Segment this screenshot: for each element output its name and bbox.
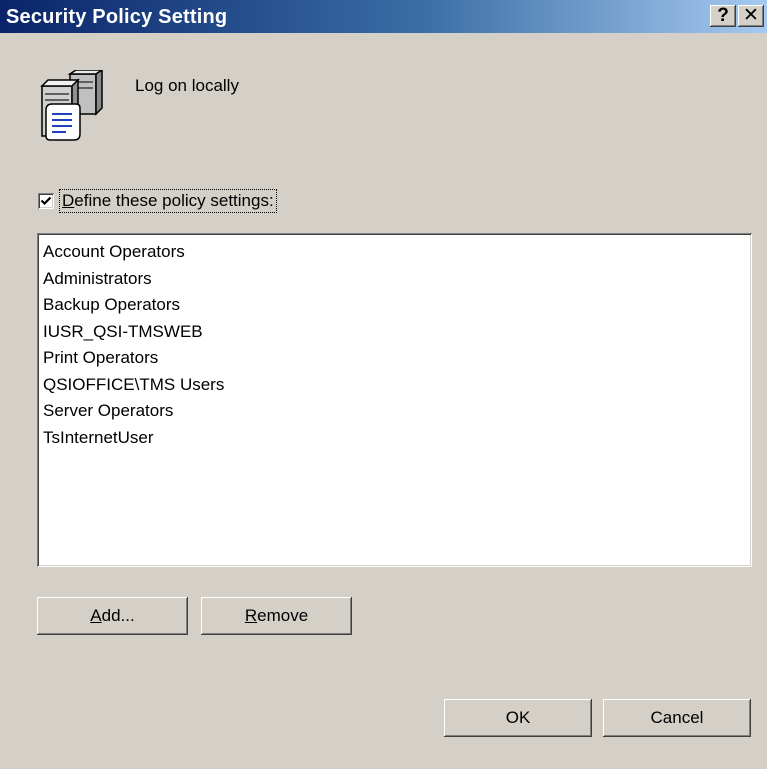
list-item[interactable]: Print Operators (43, 345, 752, 372)
add-button[interactable]: Add... (37, 597, 188, 635)
checkmark-icon (40, 196, 52, 206)
list-item[interactable]: QSIOFFICE\TMS Users (43, 372, 752, 399)
list-item[interactable]: TsInternetUser (43, 425, 752, 452)
list-item[interactable]: Account Operators (43, 239, 752, 266)
define-settings-checkbox[interactable] (38, 193, 54, 209)
list-item[interactable]: Server Operators (43, 398, 752, 425)
close-button[interactable]: ✕ (738, 5, 764, 27)
list-item[interactable]: IUSR_QSI-TMSWEB (43, 319, 752, 346)
close-icon: ✕ (743, 5, 759, 26)
help-button[interactable]: ? (710, 5, 736, 27)
remove-button[interactable]: Remove (201, 597, 352, 635)
list-item[interactable]: Administrators (43, 266, 752, 293)
members-listbox[interactable]: Account Operators Administrators Backup … (37, 233, 752, 567)
policy-server-icon (36, 68, 106, 144)
window-title: Security Policy Setting (6, 6, 228, 28)
help-icon: ? (717, 5, 729, 26)
title-bar[interactable]: Security Policy Setting ? ✕ (0, 0, 767, 33)
cancel-button[interactable]: Cancel (603, 699, 751, 737)
ok-button[interactable]: OK (444, 699, 592, 737)
list-item[interactable]: Backup Operators (43, 292, 752, 319)
members-list: Account Operators Administrators Backup … (43, 239, 752, 451)
policy-name: Log on locally (135, 76, 239, 95)
define-settings-label[interactable]: Define these policy settings: (59, 189, 277, 213)
